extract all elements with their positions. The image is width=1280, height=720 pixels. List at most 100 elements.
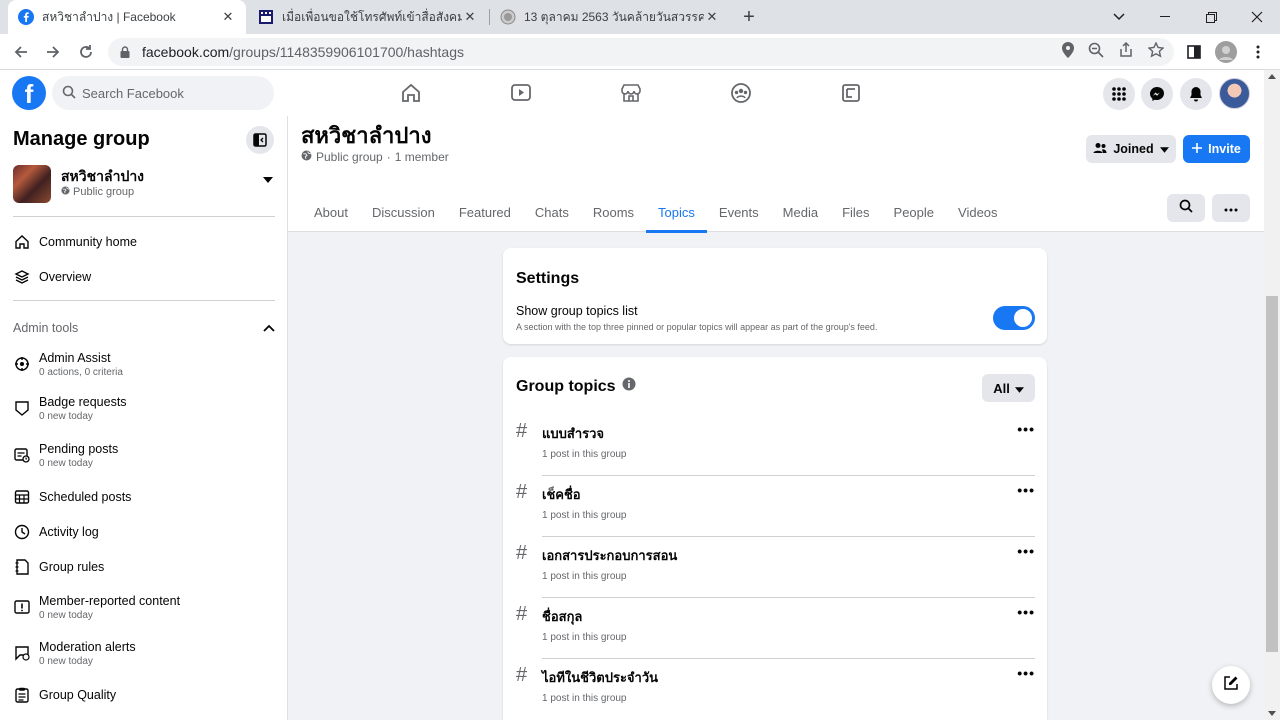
tab-people[interactable]: People xyxy=(882,192,946,232)
sidebar-item-group-quality[interactable]: Group Quality xyxy=(13,677,275,713)
sidebar-item-label: Community home xyxy=(39,235,137,249)
sidebar-item-member-reported-content[interactable]: Member-reported content 0 new today xyxy=(13,589,275,625)
facebook-top-bar: f xyxy=(0,70,1264,116)
gaming-icon[interactable] xyxy=(831,78,871,108)
close-tab-icon[interactable]: ✕ xyxy=(220,9,236,25)
browser-menu-icon[interactable] xyxy=(1246,40,1270,64)
chevron-up-icon[interactable] xyxy=(263,321,275,335)
tab-title: เมื่อเพื่อนขอใช้โทรศัพท์เข้าสื่อสังคม : … xyxy=(282,9,462,24)
sidebar-item-sub: 0 new today xyxy=(39,609,93,621)
facebook-logo-icon[interactable]: f xyxy=(12,76,46,110)
topic-name[interactable]: เอกสารประกอบการสอน xyxy=(542,545,677,566)
group-name[interactable]: สหวิชาลำปาง xyxy=(301,118,431,153)
tab-about[interactable]: About xyxy=(302,192,360,232)
sidebar-item-scheduled-posts[interactable]: Scheduled posts xyxy=(13,479,275,515)
caret-down-icon xyxy=(1014,381,1024,396)
notifications-bell-icon[interactable] xyxy=(1180,78,1212,110)
sidebar-item-activity-log[interactable]: Activity log xyxy=(13,514,275,550)
close-tab-icon[interactable]: ✕ xyxy=(462,9,478,25)
account-avatar[interactable] xyxy=(1219,78,1250,109)
tab-featured[interactable]: Featured xyxy=(447,192,523,232)
sidebar-item-pending-posts[interactable]: Pending posts 0 new today xyxy=(13,437,275,473)
admin-tools-section[interactable]: Admin tools xyxy=(13,318,275,338)
browser-tab-article[interactable]: 13 ตุลาคม 2563 วันคล้ายวันสวรรคต ✕ xyxy=(490,0,730,34)
browser-tab-news[interactable]: เมื่อเพื่อนขอใช้โทรศัพท์เข้าสื่อสังคม : … xyxy=(248,0,488,34)
reload-icon[interactable] xyxy=(73,39,99,65)
sidebar-item-admin-assist[interactable]: Admin Assist 0 actions, 0 criteria xyxy=(13,346,275,382)
messenger-icon[interactable] xyxy=(1141,78,1173,110)
list-item[interactable]: # ไอทีในชีวิตประจำวัน 1 post in this gro… xyxy=(516,659,1035,720)
zoom-out-icon[interactable] xyxy=(1088,42,1104,63)
scrollbar-thumb[interactable] xyxy=(1266,296,1278,652)
bookmark-star-icon[interactable] xyxy=(1147,40,1165,63)
search-box[interactable] xyxy=(52,76,274,110)
page-scrollbar[interactable] xyxy=(1264,70,1280,720)
new-tab-button[interactable]: + xyxy=(738,6,760,28)
profile-avatar-icon[interactable] xyxy=(1214,40,1238,64)
sidebar-item-moderation-alerts[interactable]: Moderation alerts 0 new today xyxy=(13,635,275,671)
close-window-icon[interactable] xyxy=(1234,0,1280,34)
tab-media[interactable]: Media xyxy=(771,192,830,232)
sidebar-item-overview[interactable]: Overview xyxy=(13,259,275,295)
tab-files[interactable]: Files xyxy=(830,192,881,232)
topic-name[interactable]: ชื่อสกุล xyxy=(542,606,582,627)
home-icon[interactable] xyxy=(391,78,431,108)
more-dots-icon[interactable]: ••• xyxy=(1017,421,1035,437)
topic-name[interactable]: ไอทีในชีวิตประจำวัน xyxy=(542,667,658,688)
group-more-button[interactable] xyxy=(1212,194,1250,222)
topic-name[interactable]: เช็คชื่อ xyxy=(542,484,581,505)
topics-filter-dropdown[interactable]: All xyxy=(982,374,1035,402)
info-icon[interactable] xyxy=(622,377,636,396)
forward-arrow-icon[interactable] xyxy=(40,39,66,65)
tab-discussion[interactable]: Discussion xyxy=(360,192,447,232)
topic-name[interactable]: แบบสำรวจ xyxy=(542,423,604,444)
back-arrow-icon[interactable] xyxy=(8,39,34,65)
tab-rooms[interactable]: Rooms xyxy=(581,192,646,232)
watch-video-icon[interactable] xyxy=(501,78,541,108)
sidebar-item-group-rules[interactable]: Group rules xyxy=(13,549,275,585)
more-dots-icon xyxy=(1224,199,1238,217)
more-dots-icon[interactable]: ••• xyxy=(1017,665,1035,681)
more-dots-icon[interactable]: ••• xyxy=(1017,482,1035,498)
marketplace-icon[interactable] xyxy=(611,78,651,108)
sidebar-item-label: Admin Assist xyxy=(39,350,111,365)
caret-down-icon[interactable] xyxy=(263,170,273,188)
share-icon[interactable] xyxy=(1118,41,1134,63)
more-dots-icon[interactable]: ••• xyxy=(1017,543,1035,559)
tab-events[interactable]: Events xyxy=(707,192,771,232)
tab-videos[interactable]: Videos xyxy=(946,192,1010,232)
collapse-sidebar-icon[interactable] xyxy=(246,126,274,154)
tab-topics[interactable]: Topics xyxy=(646,192,707,233)
new-message-button[interactable] xyxy=(1212,666,1250,704)
lock-icon[interactable] xyxy=(120,46,130,58)
url-field[interactable]: facebook.com/groups/1148359906101700/has… xyxy=(108,38,1174,66)
group-search-button[interactable] xyxy=(1167,194,1205,222)
sidebar-item-community-home[interactable]: Community home xyxy=(13,224,275,260)
search-input[interactable] xyxy=(82,85,262,101)
scroll-down-arrow-icon[interactable] xyxy=(1268,711,1276,716)
show-topics-toggle[interactable] xyxy=(993,306,1035,330)
scroll-up-arrow-icon[interactable] xyxy=(1268,74,1276,79)
list-item[interactable]: # ชื่อสกุล 1 post in this group ••• xyxy=(516,598,1035,659)
tab-chats[interactable]: Chats xyxy=(523,192,581,232)
groups-icon[interactable] xyxy=(721,78,761,108)
menu-grid-icon[interactable] xyxy=(1103,78,1135,110)
list-item[interactable]: # เอกสารประกอบการสอน 1 post in this grou… xyxy=(516,537,1035,598)
tab-search-icon[interactable] xyxy=(1096,0,1142,34)
browser-tab-facebook[interactable]: สหวิชาลำปาง | Facebook ✕ xyxy=(8,0,246,34)
minimize-icon[interactable] xyxy=(1142,0,1188,34)
more-dots-icon[interactable]: ••• xyxy=(1017,604,1035,620)
invite-button[interactable]: Invite xyxy=(1183,135,1250,163)
side-panel-icon[interactable] xyxy=(1182,40,1206,64)
member-count[interactable]: 1 member xyxy=(395,150,449,164)
location-pin-icon[interactable] xyxy=(1062,41,1074,63)
sidebar-item-badge-requests[interactable]: Badge requests 0 new today xyxy=(13,390,275,426)
restore-icon[interactable] xyxy=(1188,0,1234,34)
topic-count: 1 post in this group xyxy=(542,693,627,704)
list-item[interactable]: # แบบสำรวจ 1 post in this group ••• xyxy=(516,415,1035,476)
close-tab-icon[interactable]: ✕ xyxy=(704,9,720,25)
list-item[interactable]: # เช็คชื่อ 1 post in this group ••• xyxy=(516,476,1035,537)
group-switcher[interactable]: สหวิชาลำปาง Public group xyxy=(13,164,275,204)
joined-button[interactable]: Joined xyxy=(1086,135,1176,163)
search-icon xyxy=(62,85,76,102)
